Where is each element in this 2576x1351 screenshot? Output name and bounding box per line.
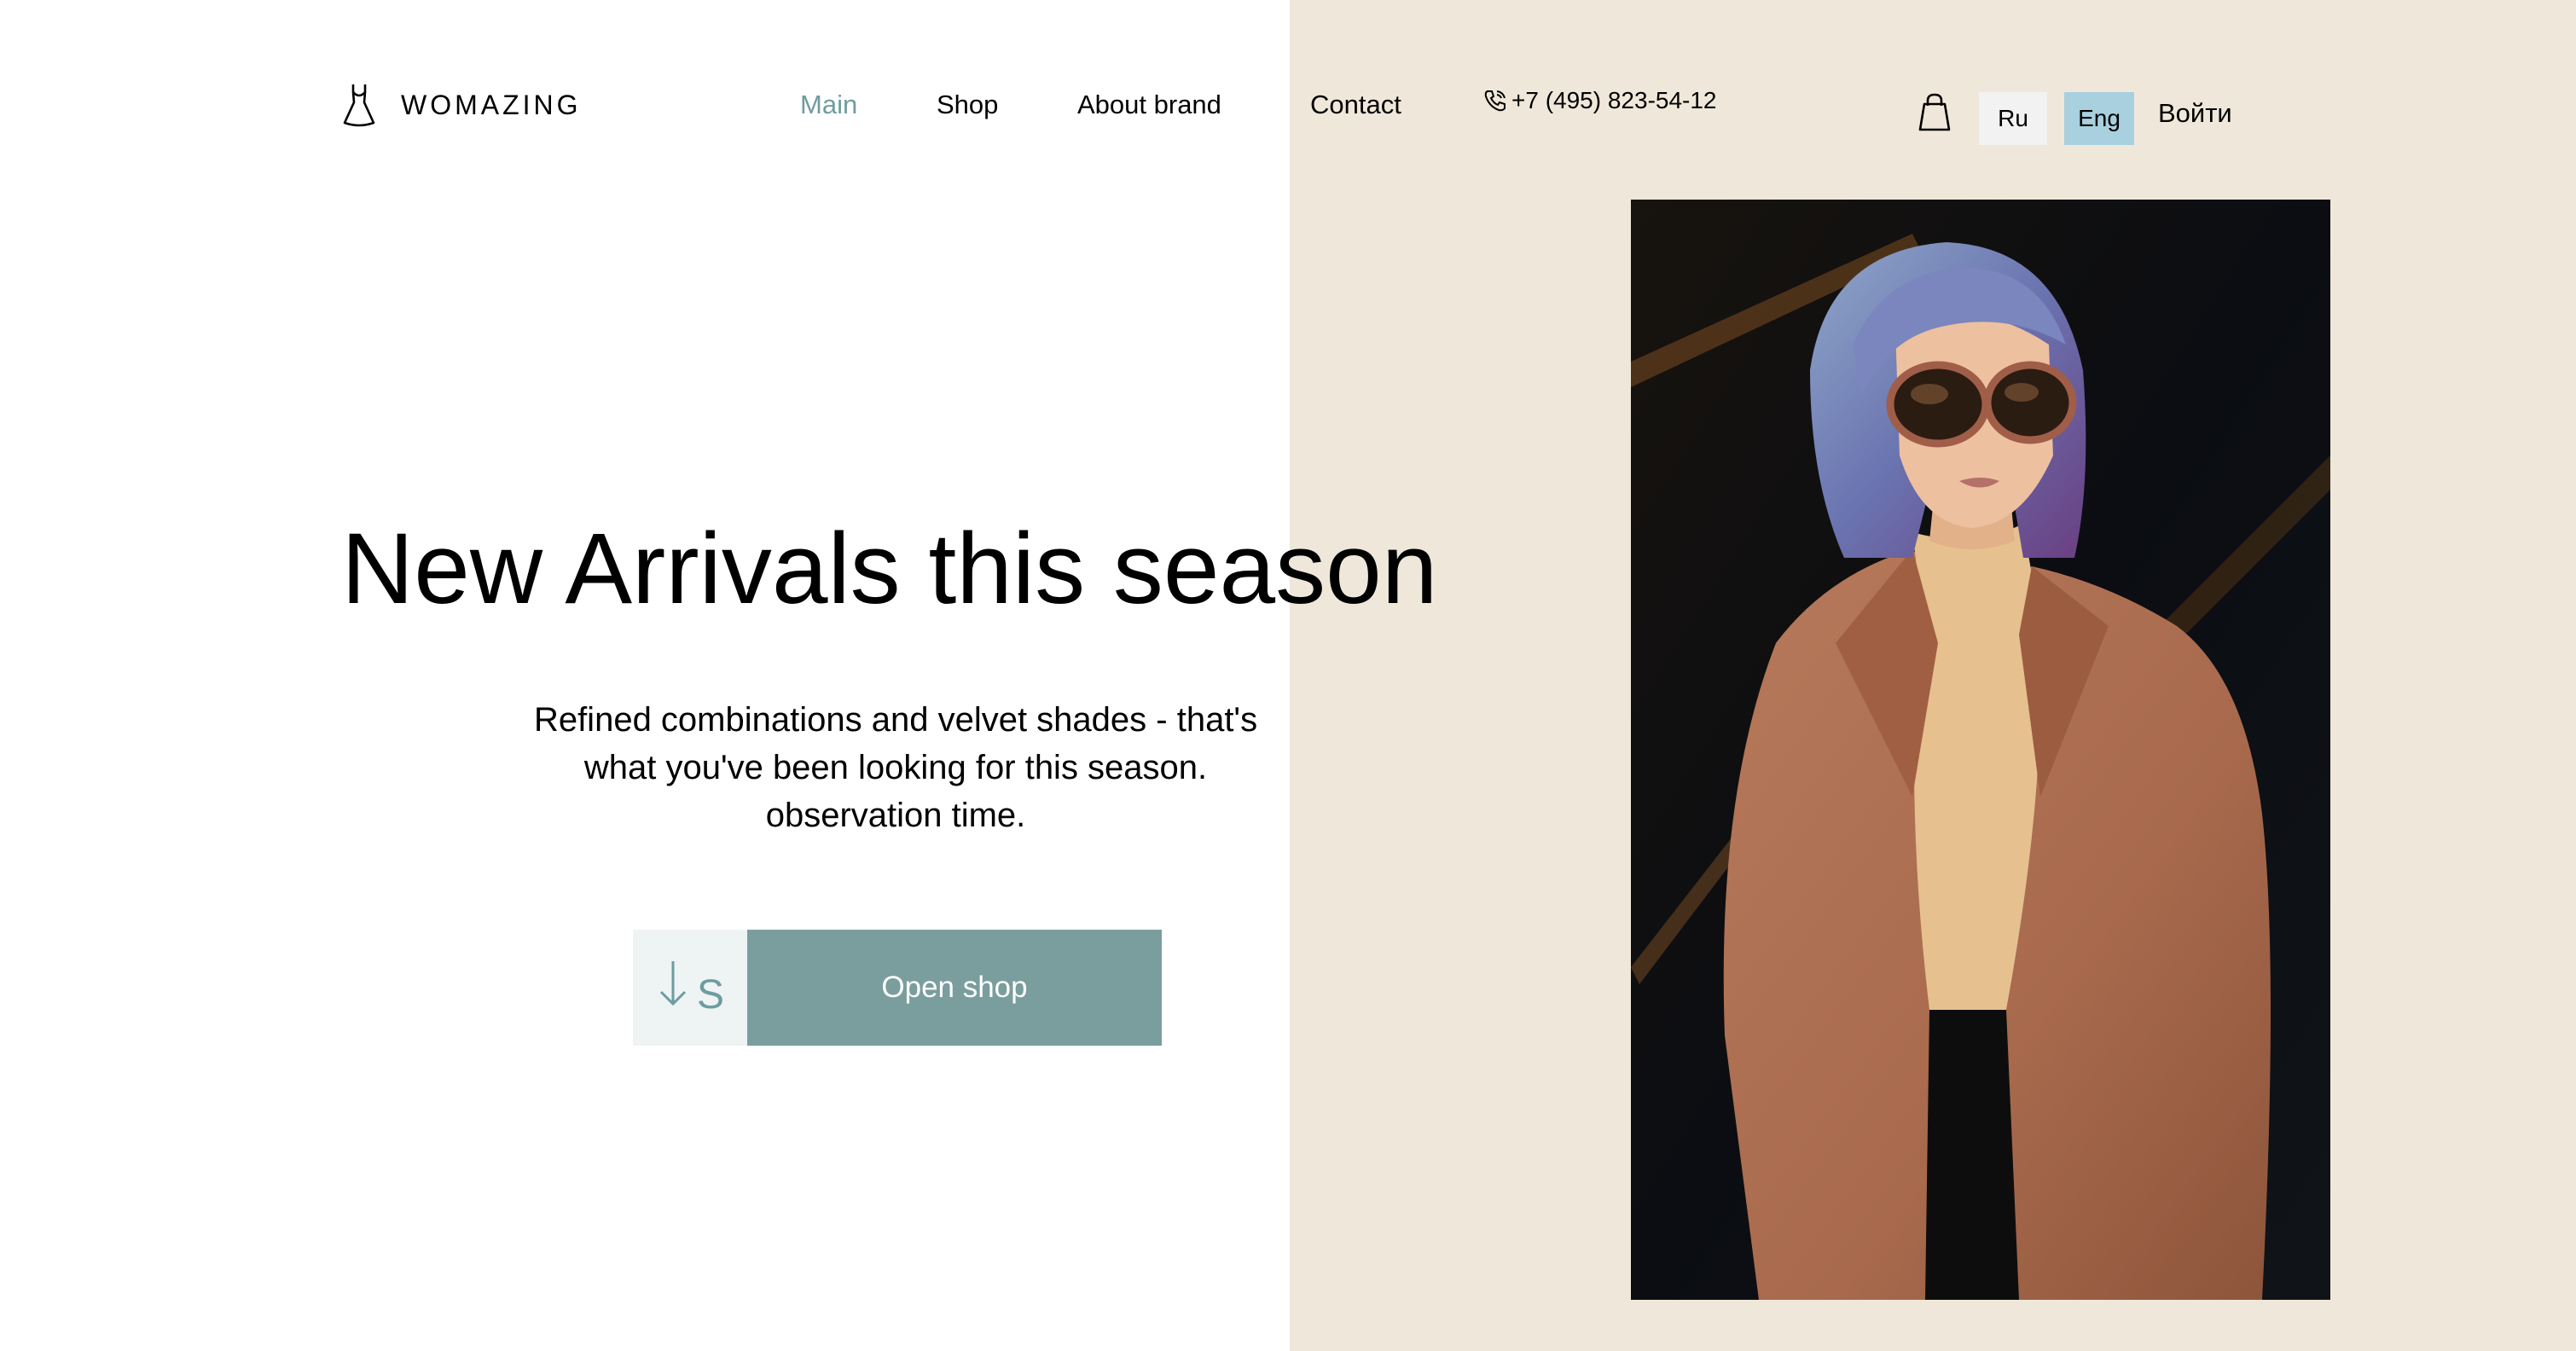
hero-title: New Arrivals this season [341,513,1438,625]
nav-main[interactable]: Main [800,85,857,125]
logo-text: WOMAZING [401,89,582,120]
arrow-down-icon [659,961,687,1006]
nav-about-brand[interactable]: About brand [1077,85,1221,125]
open-shop-button[interactable]: Open shop [747,930,1162,1046]
nav-shop[interactable]: Shop [937,85,998,125]
scroll-down-button[interactable]: S [633,930,747,1046]
logo[interactable]: WOMAZING [341,80,582,130]
language-ru[interactable]: Ru [1979,92,2047,145]
cart-button[interactable] [1917,92,1952,133]
dress-icon [343,84,375,127]
phone-text: +7 (495) 823-54-12 [1511,87,1717,113]
hero-photo [1631,200,2330,1300]
login-link[interactable]: Войти [2158,98,2232,129]
nav-contact[interactable]: Contact [1310,85,1401,125]
scroll-letter: S [696,971,724,1018]
shopping-bag-icon [1918,93,1951,131]
phone-number[interactable]: +7 (495) 823-54-12 [1482,87,1717,114]
language-eng[interactable]: Eng [2064,92,2134,145]
phone-icon [1484,90,1506,112]
hero-subtitle: Refined combinations and velvet shades -… [533,701,1258,834]
